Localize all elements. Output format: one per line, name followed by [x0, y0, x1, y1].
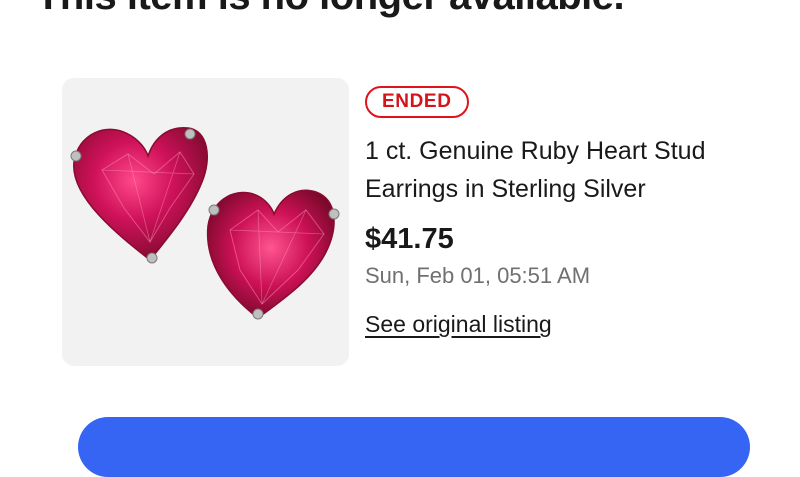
listing-card: ENDED 1 ct. Genuine Ruby Heart Stud Earr…	[62, 78, 752, 368]
left-ruby-heart	[70, 127, 209, 264]
primary-action-button[interactable]	[78, 417, 750, 477]
item-price: $41.75	[365, 223, 454, 255]
listing-info: ENDED 1 ct. Genuine Ruby Heart Stud Earr…	[365, 86, 755, 338]
right-ruby-heart	[206, 189, 340, 320]
ended-status-badge: ENDED	[365, 86, 469, 118]
page-headline: This item is no longer available.	[36, 0, 625, 19]
ruby-earrings-image	[70, 127, 340, 320]
item-title[interactable]: 1 ct. Genuine Ruby Heart Stud Earrings i…	[365, 132, 755, 208]
see-original-listing-link[interactable]: See original listing	[365, 310, 552, 338]
item-thumbnail[interactable]	[62, 78, 349, 366]
ended-date: Sun, Feb 01, 05:51 AM	[365, 263, 591, 288]
